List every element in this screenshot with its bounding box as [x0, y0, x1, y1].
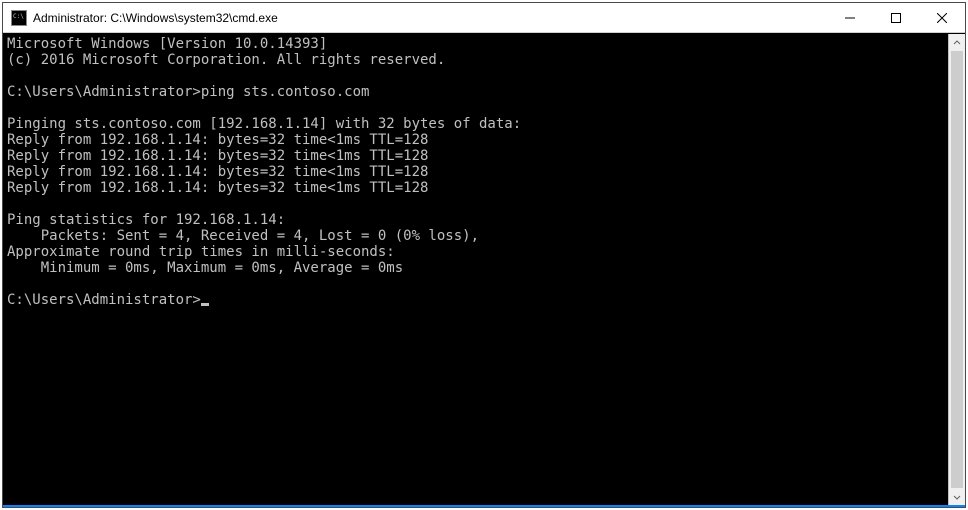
client-area: Microsoft Windows [Version 10.0.14393](c…: [3, 33, 965, 507]
terminal-prompt[interactable]: C:\Users\Administrator>: [7, 292, 944, 308]
terminal-line: [7, 100, 944, 116]
svg-text:C:\: C:\: [13, 13, 24, 20]
terminal-line: (c) 2016 Microsoft Corporation. All righ…: [7, 52, 944, 68]
terminal-line: [7, 196, 944, 212]
prompt-text: C:\Users\Administrator>: [7, 292, 201, 308]
vertical-scrollbar[interactable]: [948, 34, 965, 505]
terminal-line: Approximate round trip times in milli-se…: [7, 244, 944, 260]
cmd-icon: C:\: [11, 10, 27, 26]
terminal-line: Microsoft Windows [Version 10.0.14393]: [7, 36, 944, 52]
scroll-up-button[interactable]: [949, 34, 965, 51]
maximize-button[interactable]: [873, 3, 919, 33]
terminal-line: Reply from 192.168.1.14: bytes=32 time<1…: [7, 164, 944, 180]
scrollbar-track[interactable]: [949, 51, 965, 488]
terminal-line: Reply from 192.168.1.14: bytes=32 time<1…: [7, 132, 944, 148]
minimize-icon: [845, 13, 855, 23]
cmd-window: C:\ Administrator: C:\Windows\system32\c…: [2, 2, 966, 508]
terminal-line: [7, 68, 944, 84]
titlebar[interactable]: C:\ Administrator: C:\Windows\system32\c…: [3, 3, 965, 33]
cursor: [201, 303, 209, 306]
terminal-line: Packets: Sent = 4, Received = 4, Lost = …: [7, 228, 944, 244]
chevron-down-icon: [953, 493, 961, 501]
terminal-line: Reply from 192.168.1.14: bytes=32 time<1…: [7, 148, 944, 164]
close-icon: [937, 13, 947, 23]
scroll-down-button[interactable]: [949, 488, 965, 505]
scrollbar-thumb[interactable]: [951, 51, 963, 488]
chevron-up-icon: [953, 39, 961, 47]
terminal-line: Reply from 192.168.1.14: bytes=32 time<1…: [7, 180, 944, 196]
terminal-output[interactable]: Microsoft Windows [Version 10.0.14393](c…: [3, 34, 948, 505]
window-title: Administrator: C:\Windows\system32\cmd.e…: [33, 11, 278, 25]
terminal-line: Ping statistics for 192.168.1.14:: [7, 212, 944, 228]
close-button[interactable]: [919, 3, 965, 33]
terminal-line: C:\Users\Administrator>ping sts.contoso.…: [7, 84, 944, 100]
minimize-button[interactable]: [827, 3, 873, 33]
terminal-line: Minimum = 0ms, Maximum = 0ms, Average = …: [7, 260, 944, 276]
terminal-line: Pinging sts.contoso.com [192.168.1.14] w…: [7, 116, 944, 132]
maximize-icon: [891, 13, 901, 23]
terminal-line: [7, 276, 944, 292]
